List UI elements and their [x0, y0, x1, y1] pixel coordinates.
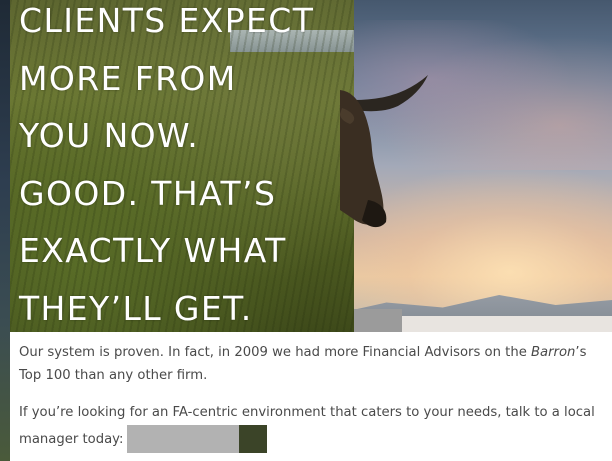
pale-strip — [402, 316, 612, 332]
body-text: If you’re looking for an FA-centric envi… — [19, 405, 595, 447]
bull-illustration — [340, 75, 428, 228]
publication-name: Barron — [531, 345, 576, 360]
ad-banner: CLIENTS EXPECT MORE FROM YOU NOW. GOOD. … — [0, 0, 612, 461]
headline-line: EXACTLY WHAT — [19, 231, 287, 270]
bull-horn — [354, 75, 428, 112]
gray-notch — [354, 309, 402, 332]
redacted-contact — [127, 424, 268, 453]
headline: CLIENTS EXPECT MORE FROM YOU NOW. GOOD. … — [10, 0, 354, 337]
headline-line: THEY’LL GET. — [19, 288, 253, 328]
left-edge-strip — [0, 0, 10, 461]
headline-line: CLIENTS EXPECT — [19, 1, 315, 40]
body-text: Our system is proven. In fact, in 2009 w… — [19, 345, 531, 360]
body-paragraph-2: If you’re looking for an FA-centric envi… — [19, 402, 609, 453]
body-paragraph-1: Our system is proven. In fact, in 2009 w… — [19, 342, 609, 387]
redaction-edge — [239, 424, 268, 453]
headline-line: YOU NOW. — [19, 116, 200, 155]
headline-line: MORE FROM — [19, 58, 237, 98]
body-copy-box: Our system is proven. In fact, in 2009 w… — [10, 332, 612, 461]
headline-line: GOOD. THAT’S — [19, 173, 277, 213]
